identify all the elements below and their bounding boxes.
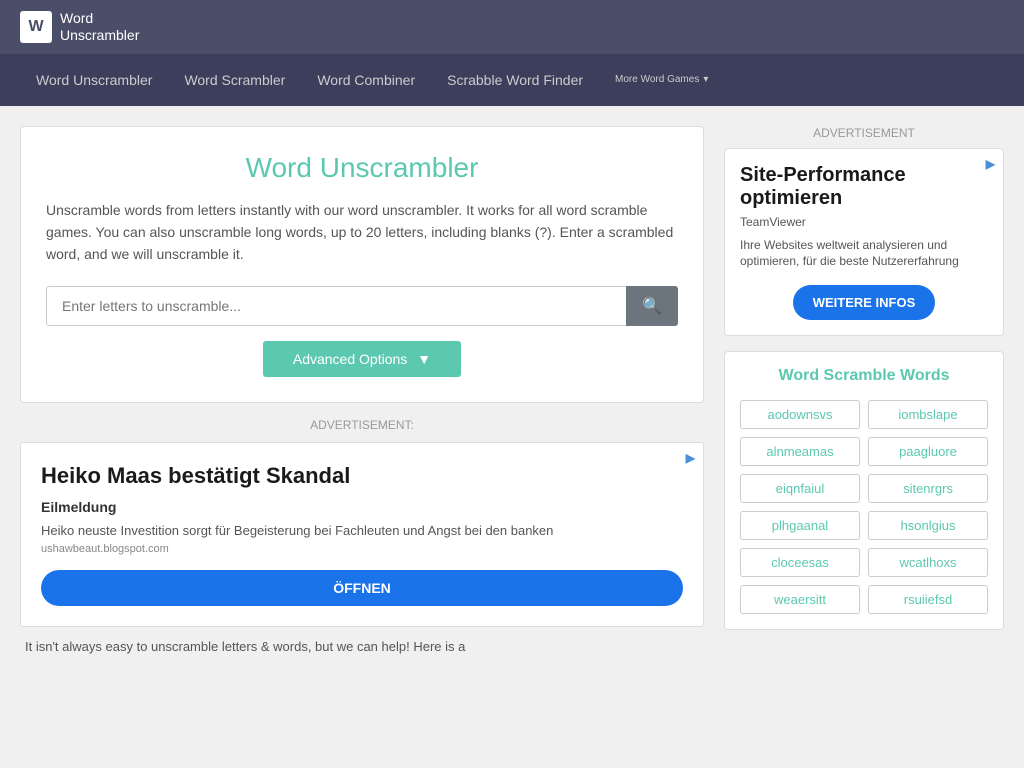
description-text: Unscramble words from letters instantly … bbox=[46, 199, 678, 266]
main-ad-box: ▶ Heiko Maas bestätigt Skandal Eilmeldun… bbox=[20, 442, 704, 627]
search-row: 🔍 bbox=[46, 286, 678, 326]
word-tag[interactable]: hsonlgius bbox=[868, 511, 988, 540]
ad-label: ADVERTISEMENT: bbox=[20, 418, 704, 432]
page-title: Word Unscrambler bbox=[46, 152, 678, 184]
logo-icon: W bbox=[20, 11, 52, 43]
header-top: W Word Unscrambler bbox=[0, 0, 1024, 54]
sidebar-ad-external-icon: ▶ bbox=[986, 157, 995, 171]
word-tag[interactable]: eiqnfaiul bbox=[740, 474, 860, 503]
word-tag[interactable]: iombslape bbox=[868, 400, 988, 429]
ad-text: Heiko neuste Investition sorgt für Begei… bbox=[41, 523, 683, 538]
word-tag[interactable]: aodownsvs bbox=[740, 400, 860, 429]
ad-cta-button[interactable]: ÖFFNEN bbox=[41, 570, 683, 606]
dropdown-arrow-icon: ▾ bbox=[703, 74, 708, 85]
main-ad-section: ADVERTISEMENT: ▶ Heiko Maas bestätigt Sk… bbox=[20, 418, 704, 627]
bottom-text: It isn't always easy to unscramble lette… bbox=[20, 627, 704, 668]
advanced-arrow-icon: ▼ bbox=[417, 351, 431, 367]
sidebar: ADVERTISEMENT ▶ Site-Performance optimie… bbox=[724, 126, 1004, 668]
advanced-options-button[interactable]: Advanced Options ▼ bbox=[263, 341, 461, 377]
word-tag[interactable]: plhgaanal bbox=[740, 511, 860, 540]
ad-external-icon: ▶ bbox=[686, 451, 695, 465]
word-scramble-title: Word Scramble Words bbox=[740, 367, 988, 385]
nav-word-unscrambler[interactable]: Word Unscrambler bbox=[20, 54, 168, 106]
search-card: Word Unscrambler Unscramble words from l… bbox=[20, 126, 704, 403]
sidebar-ad-title: Site-Performance optimieren bbox=[740, 164, 988, 210]
sidebar-ad-cta-button[interactable]: WEITERE INFOS bbox=[793, 285, 936, 320]
ad-url: ushawbeaut.blogspot.com bbox=[41, 543, 683, 555]
search-input[interactable] bbox=[46, 286, 626, 326]
main-content: Word Unscrambler Unscramble words from l… bbox=[20, 126, 704, 668]
header: W Word Unscrambler Word Unscrambler Word… bbox=[0, 0, 1024, 106]
sidebar-ad-desc: Ihre Websites weltweit analysieren und o… bbox=[740, 237, 988, 271]
search-icon: 🔍 bbox=[642, 298, 662, 315]
nav-scrabble-word-finder[interactable]: Scrabble Word Finder bbox=[431, 54, 599, 106]
sidebar-ad-brand: TeamViewer bbox=[740, 215, 988, 229]
word-tag[interactable]: alnmeamas bbox=[740, 437, 860, 466]
nav-word-combiner[interactable]: Word Combiner bbox=[301, 54, 431, 106]
nav-word-scrambler[interactable]: Word Scrambler bbox=[168, 54, 301, 106]
sidebar-ad-box: ▶ Site-Performance optimieren TeamViewer… bbox=[724, 148, 1004, 337]
word-tag[interactable]: weaersitt bbox=[740, 585, 860, 614]
main-nav: Word Unscrambler Word Scrambler Word Com… bbox=[0, 54, 1024, 106]
ad-title: Heiko Maas bestätigt Skandal bbox=[41, 463, 683, 489]
nav-more-word-games[interactable]: More Word Games ▾ bbox=[599, 56, 724, 103]
main-layout: Word Unscrambler Unscramble words from l… bbox=[0, 106, 1024, 688]
ad-subtitle: Eilmeldung bbox=[41, 499, 683, 515]
word-tag[interactable]: sitenrgrs bbox=[868, 474, 988, 503]
word-tag[interactable]: rsuiiefsd bbox=[868, 585, 988, 614]
word-grid: aodownsvs iombslape alnmeamas paagluore eiqn… bbox=[740, 400, 988, 614]
logo-link[interactable]: W Word Unscrambler bbox=[20, 10, 139, 44]
word-scramble-section: Word Scramble Words aodownsvs iombslape al… bbox=[724, 351, 1004, 630]
logo-text: Word Unscrambler bbox=[60, 10, 139, 44]
word-tag[interactable]: wcatlhoxs bbox=[868, 548, 988, 577]
word-tag[interactable]: cloceesas bbox=[740, 548, 860, 577]
advanced-options-wrapper: Advanced Options ▼ bbox=[46, 341, 678, 377]
word-tag[interactable]: paagluore bbox=[868, 437, 988, 466]
sidebar-ad-label: ADVERTISEMENT bbox=[724, 126, 1004, 140]
search-button[interactable]: 🔍 bbox=[626, 286, 678, 326]
